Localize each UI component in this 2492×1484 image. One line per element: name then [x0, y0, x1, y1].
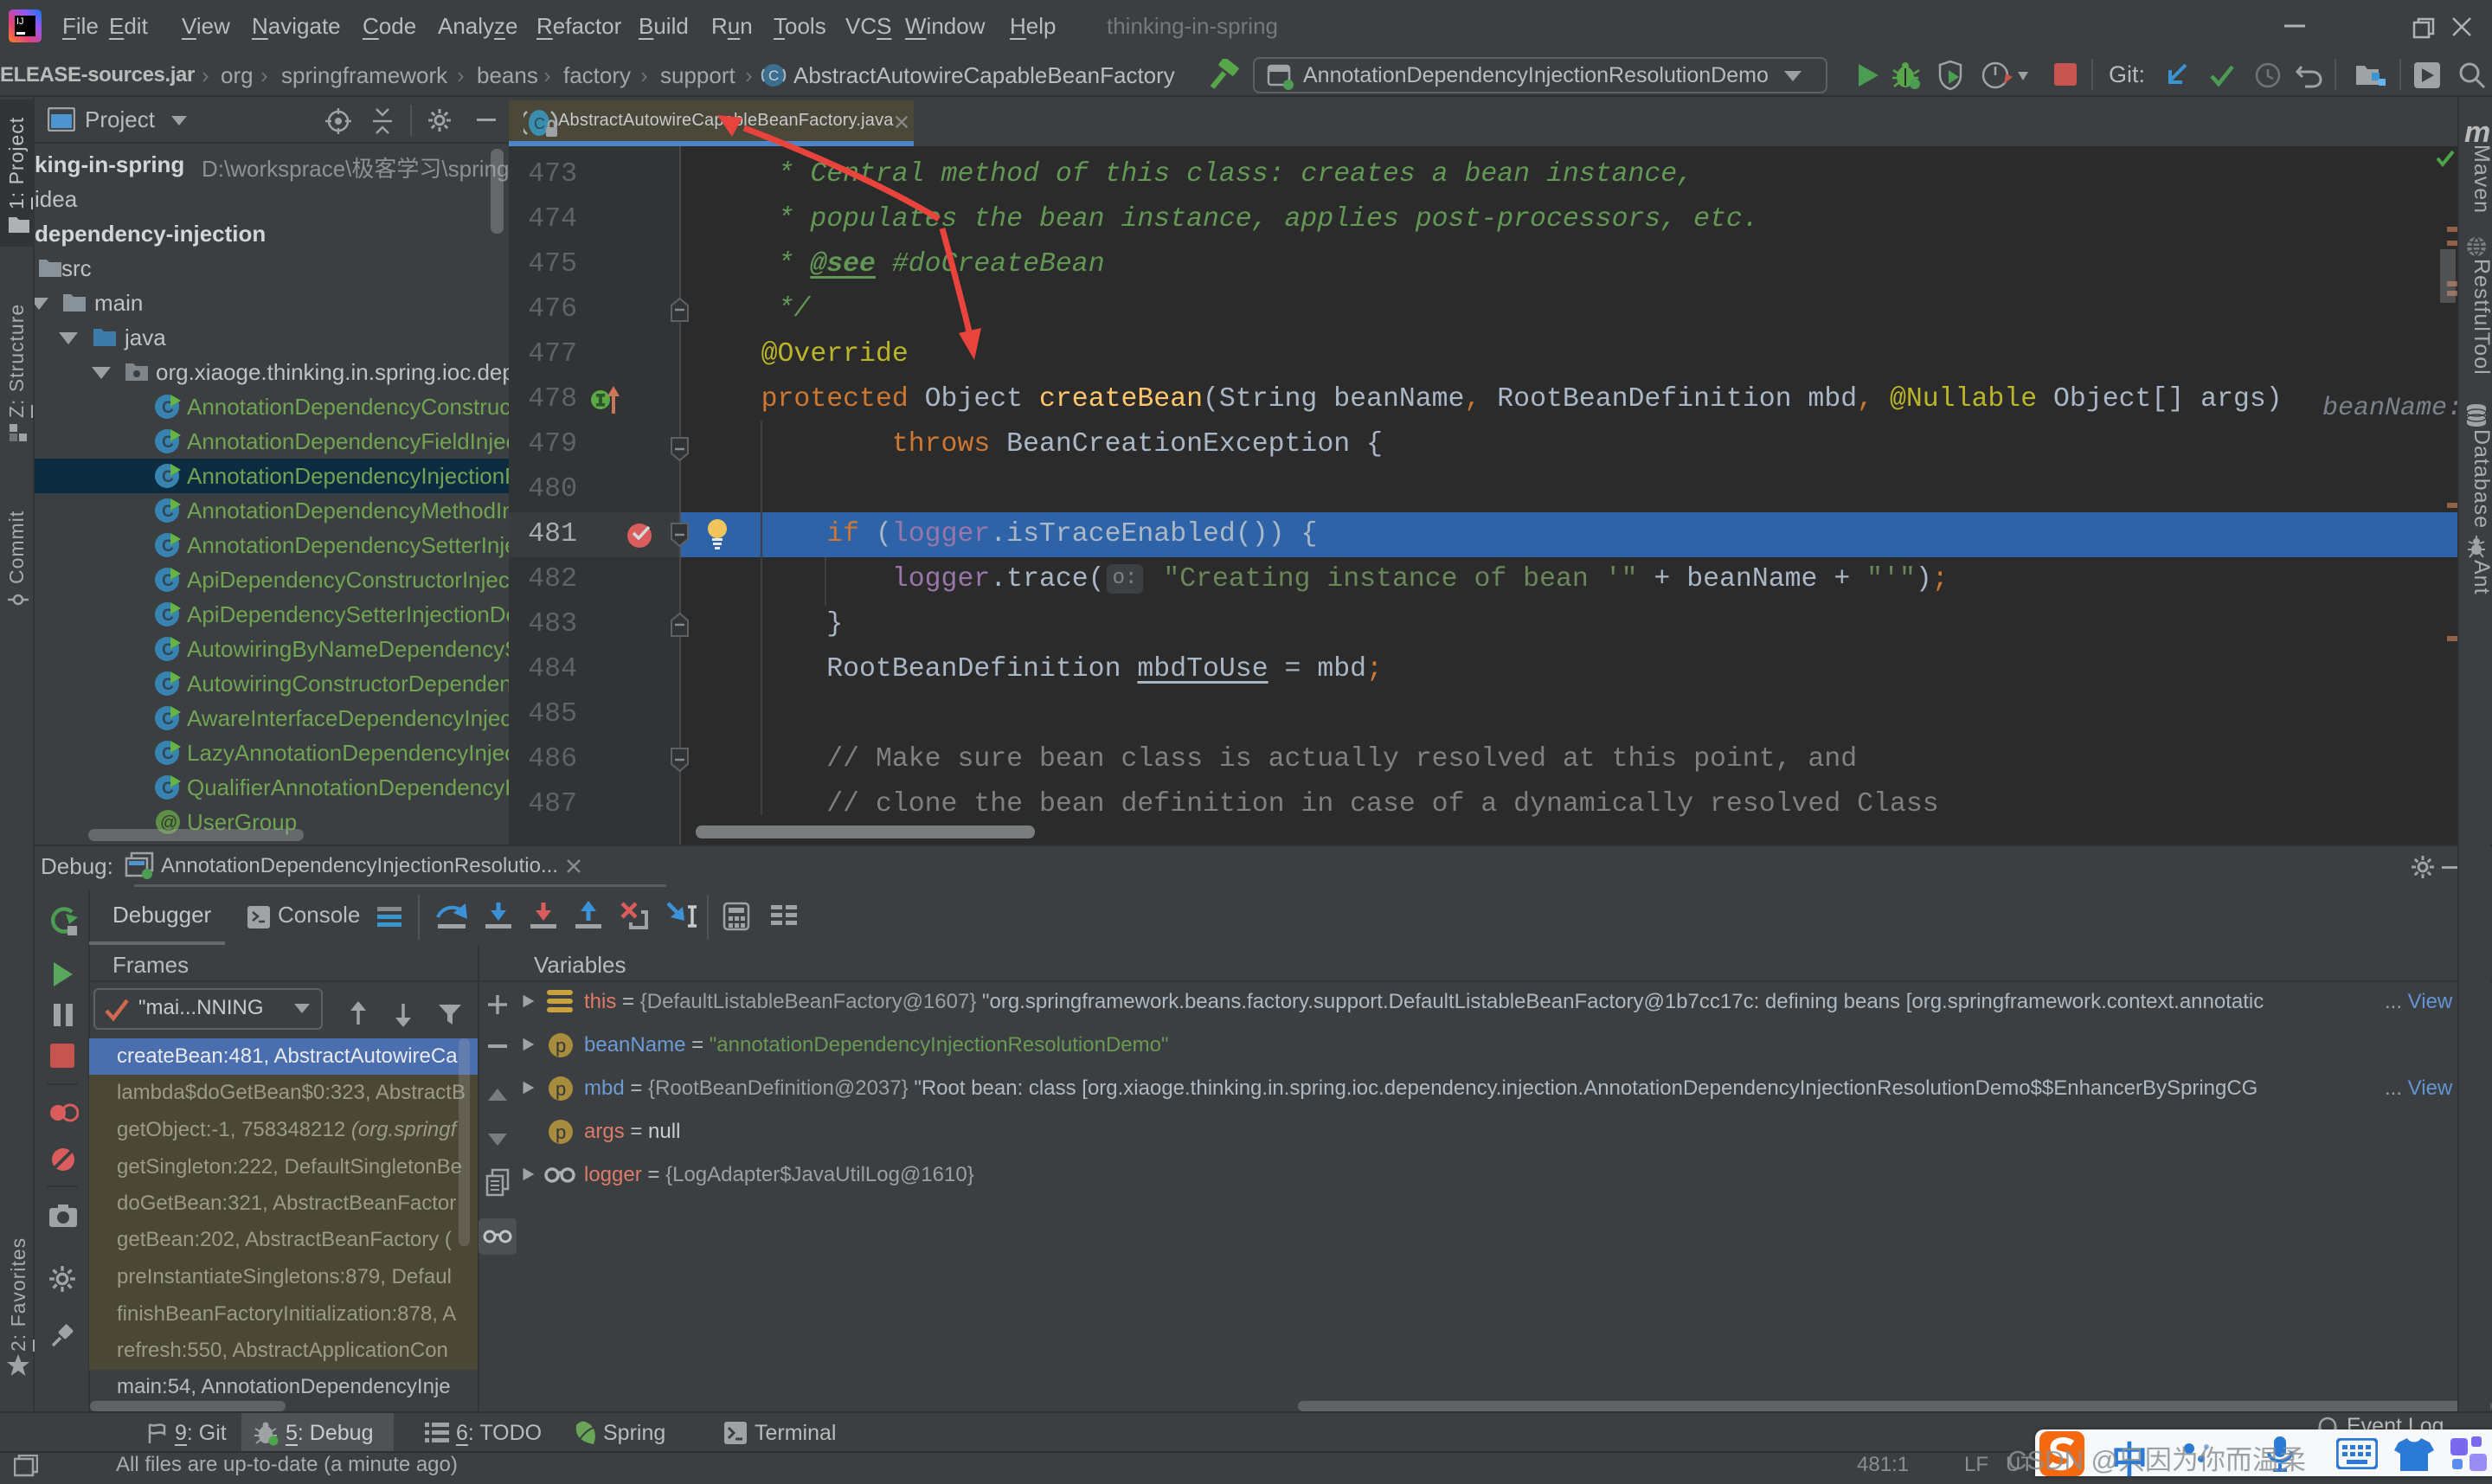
- svg-text:C: C: [768, 67, 779, 84]
- svg-text:IJ: IJ: [16, 16, 24, 27]
- svg-text:p: p: [556, 1035, 566, 1057]
- svg-text:C: C: [534, 115, 545, 132]
- svg-text:p: p: [556, 1121, 566, 1143]
- svg-text:p: p: [556, 1078, 566, 1100]
